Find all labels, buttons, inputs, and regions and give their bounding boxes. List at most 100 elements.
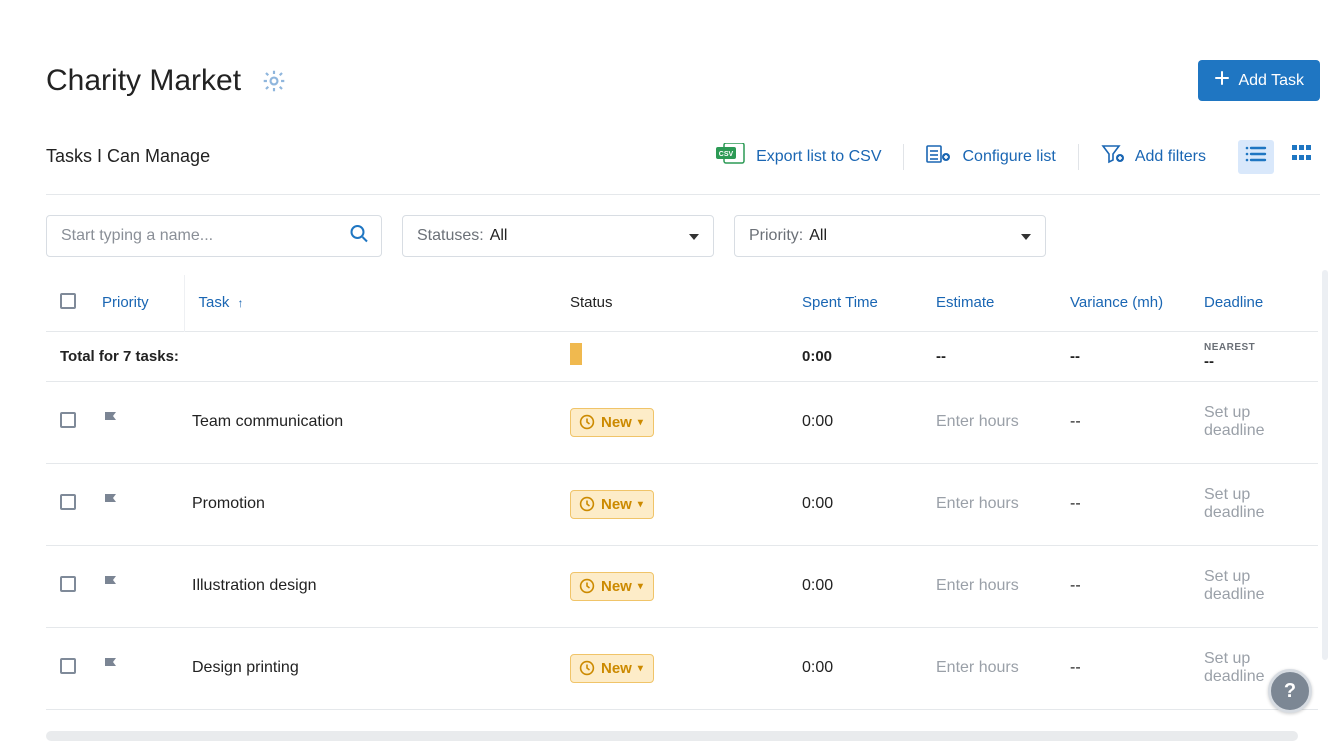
clock-icon	[579, 578, 595, 594]
page-title: Charity Market	[46, 64, 241, 98]
col-status[interactable]: Status	[562, 275, 794, 331]
divider	[1078, 144, 1079, 170]
deadline-input[interactable]: Set up deadline	[1196, 545, 1318, 627]
row-checkbox[interactable]	[60, 494, 76, 510]
col-deadline[interactable]: Deadline	[1196, 275, 1318, 331]
configure-list-button[interactable]: Configure list	[908, 137, 1073, 176]
nearest-value: --	[1204, 353, 1214, 370]
table-row: Promotion New ▾ 0:00Enter hours--Set up dea…	[46, 463, 1318, 545]
row-checkbox[interactable]	[60, 412, 76, 428]
status-pill-label: New	[601, 578, 632, 595]
chevron-down-icon: ▾	[638, 663, 643, 674]
svg-text:CSV: CSV	[719, 151, 734, 158]
task-name[interactable]: Design printing	[184, 627, 562, 709]
variance-value: --	[1062, 381, 1196, 463]
task-name[interactable]: Team communication	[184, 381, 562, 463]
row-checkbox[interactable]	[60, 658, 76, 674]
horizontal-scrollbar[interactable]	[46, 731, 1298, 741]
chevron-down-icon: ▾	[638, 581, 643, 592]
task-name[interactable]: Illustration design	[184, 545, 562, 627]
scope-label: Tasks I Can Manage	[46, 146, 210, 167]
divider	[903, 144, 904, 170]
status-summary-bar	[570, 343, 582, 365]
col-task-label: Task	[199, 294, 230, 311]
add-task-label: Add Task	[1238, 72, 1304, 90]
name-search[interactable]	[46, 215, 382, 257]
estimate-input[interactable]: Enter hours	[928, 381, 1062, 463]
list-view-icon	[1245, 145, 1267, 168]
spent-time: 0:00	[794, 627, 928, 709]
sort-asc-icon: ↑	[238, 296, 244, 310]
priority-flag-icon[interactable]	[102, 417, 120, 434]
totals-estimate: --	[928, 331, 1062, 381]
status-pill[interactable]: New ▾	[570, 572, 654, 601]
help-button[interactable]: ?	[1268, 669, 1312, 713]
status-pill-label: New	[601, 496, 632, 513]
status-filter[interactable]: Statuses: All	[402, 215, 714, 257]
vertical-scrollbar[interactable]	[1322, 270, 1328, 660]
priority-filter-value: All	[809, 227, 827, 245]
priority-flag-icon[interactable]	[102, 499, 120, 516]
row-checkbox[interactable]	[60, 576, 76, 592]
task-name[interactable]: Promotion	[184, 463, 562, 545]
status-pill[interactable]: New ▾	[570, 654, 654, 683]
spent-time: 0:00	[794, 545, 928, 627]
csv-export-icon: CSV	[716, 143, 746, 170]
configure-list-label: Configure list	[962, 148, 1055, 166]
table-row: Team communication New▾ 0:00Enter hours--S…	[46, 381, 1318, 463]
grid-view-button[interactable]	[1284, 140, 1320, 174]
filter-icon	[1101, 143, 1125, 170]
chevron-down-icon	[689, 227, 699, 245]
select-all-checkbox[interactable]	[60, 293, 76, 309]
gear-icon	[261, 68, 287, 94]
totals-row: Total for 7 tasks: 0:00 -- -- NEAREST --	[46, 331, 1318, 381]
table-row: Design printingNew▾0:00Enter hours--Set …	[46, 627, 1318, 709]
add-task-button[interactable]: Add Task	[1198, 60, 1320, 101]
estimate-input[interactable]: Enter hours	[928, 463, 1062, 545]
plus-icon	[1214, 70, 1230, 91]
help-icon: ?	[1284, 680, 1296, 703]
totals-variance: --	[1062, 331, 1196, 381]
status-filter-label: Statuses:	[417, 227, 484, 245]
spent-time: 0:00	[794, 381, 928, 463]
variance-value: --	[1062, 463, 1196, 545]
priority-filter-label: Priority:	[749, 227, 803, 245]
name-search-input[interactable]	[47, 216, 381, 256]
clock-icon	[579, 496, 595, 512]
status-pill-label: New	[601, 660, 632, 677]
spent-time: 0:00	[794, 463, 928, 545]
export-csv-button[interactable]: CSV Export list to CSV	[698, 137, 899, 176]
clock-icon	[579, 414, 595, 430]
col-task[interactable]: Task ↑	[184, 275, 562, 331]
col-variance[interactable]: Variance (mh)	[1062, 275, 1196, 331]
search-icon[interactable]	[349, 224, 369, 249]
status-pill[interactable]: New ▾	[570, 490, 654, 519]
col-spent-time[interactable]: Spent Time	[794, 275, 928, 331]
export-csv-label: Export list to CSV	[756, 148, 881, 166]
chevron-down-icon: ▾	[638, 499, 643, 510]
variance-value: --	[1062, 545, 1196, 627]
configure-list-icon	[926, 143, 952, 170]
status-pill[interactable]: New▾	[570, 408, 654, 437]
clock-icon	[579, 660, 595, 676]
priority-flag-icon[interactable]	[102, 581, 120, 598]
deadline-input[interactable]: Set up deadline	[1196, 381, 1318, 463]
grid-view-icon	[1292, 145, 1312, 168]
col-priority[interactable]: Priority	[94, 275, 184, 331]
totals-label: Total for 7 tasks:	[46, 331, 562, 381]
status-filter-value: All	[490, 227, 508, 245]
table-row: Illustration design New ▾ 0:00Enter hours--…	[46, 545, 1318, 627]
estimate-input[interactable]: Enter hours	[928, 545, 1062, 627]
estimate-input[interactable]: Enter hours	[928, 627, 1062, 709]
deadline-input[interactable]: Set up deadline	[1196, 463, 1318, 545]
list-view-button[interactable]	[1238, 140, 1274, 174]
totals-spent: 0:00	[794, 331, 928, 381]
col-estimate[interactable]: Estimate	[928, 275, 1062, 331]
nearest-label: NEAREST	[1204, 342, 1310, 353]
priority-filter[interactable]: Priority: All	[734, 215, 1046, 257]
priority-flag-icon[interactable]	[102, 663, 120, 680]
variance-value: --	[1062, 627, 1196, 709]
chevron-down-icon: ▾	[638, 417, 643, 428]
chevron-down-icon	[1021, 227, 1031, 245]
add-filters-button[interactable]: Add filters	[1083, 137, 1224, 176]
